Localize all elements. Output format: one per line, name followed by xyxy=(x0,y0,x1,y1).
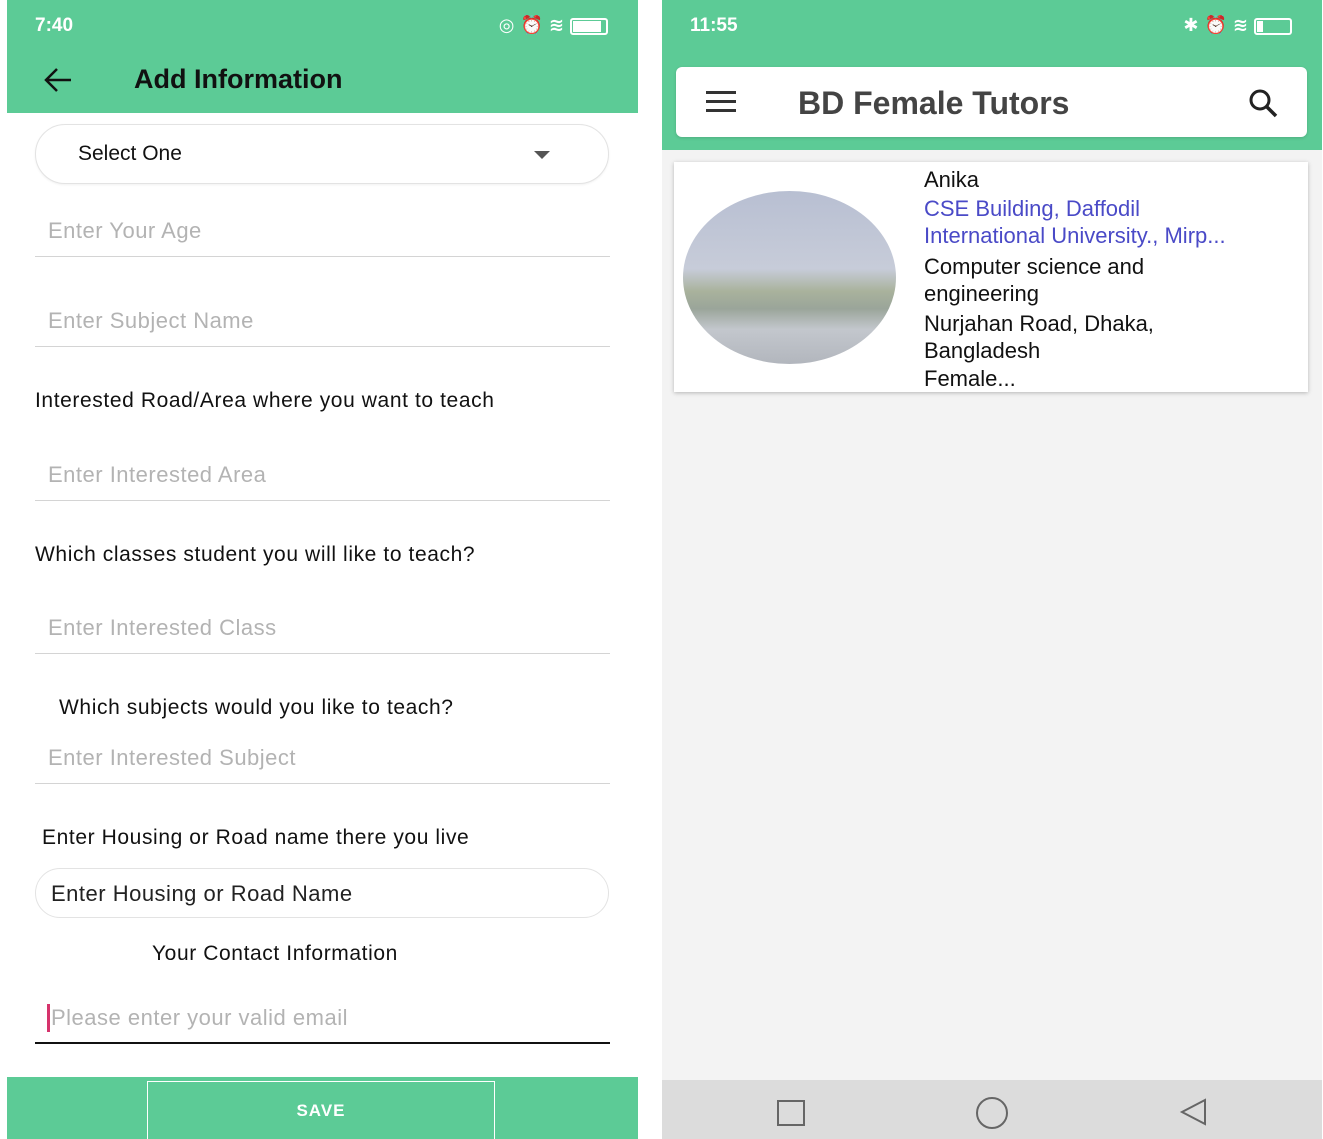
app-header: 11:55 ✱⏰≋ BD Female Tutors xyxy=(662,0,1322,150)
contact-label: Your Contact Information xyxy=(152,942,398,965)
menu-icon[interactable] xyxy=(706,91,736,113)
battery-icon xyxy=(570,17,608,35)
tutor-location: Nurjahan Road, Dhaka, Bangladesh xyxy=(924,310,1299,364)
battery-icon xyxy=(1254,17,1292,35)
add-information-screen: 7:40 ◎⏰≋ Add Information Select One Inte… xyxy=(7,0,638,1139)
status-time: 11:55 xyxy=(690,15,738,36)
chevron-down-icon xyxy=(534,151,550,159)
area-label: Interested Road/Area where you want to t… xyxy=(35,389,495,412)
address-line: CSE Building, Daffodil xyxy=(924,196,1141,221)
address-line: International University., Mirp... xyxy=(924,223,1226,248)
class-input[interactable] xyxy=(35,615,623,641)
status-bar: 11:55 ✱⏰≋ xyxy=(662,0,1322,50)
app-title: BD Female Tutors xyxy=(798,85,1070,121)
status-time: 7:40 xyxy=(35,15,74,36)
status-bar: 7:40 ◎⏰≋ xyxy=(7,0,638,50)
home-icon[interactable] xyxy=(976,1097,1008,1129)
age-field[interactable] xyxy=(35,218,623,257)
search-toolbar: BD Female Tutors xyxy=(676,67,1307,137)
area-input[interactable] xyxy=(35,462,623,488)
avatar xyxy=(683,191,896,364)
tutor-card[interactable]: Anika CSE Building, Daffodil Internation… xyxy=(674,162,1308,392)
back-arrow-icon[interactable] xyxy=(41,58,75,102)
subjects-label: Which subjects would you like to teach? xyxy=(59,696,454,719)
tutor-list-screen: 11:55 ✱⏰≋ BD Female Tutors Anika CSE Bui… xyxy=(662,0,1322,1139)
tutor-department: Computer science and engineering xyxy=(924,253,1299,307)
subject-input[interactable] xyxy=(35,308,623,334)
tutor-address[interactable]: CSE Building, Daffodil International Uni… xyxy=(924,195,1299,249)
subject-field[interactable] xyxy=(35,308,623,347)
tutor-name: Anika xyxy=(924,167,980,192)
subjects-field[interactable] xyxy=(35,745,623,784)
subjects-input[interactable] xyxy=(35,745,623,771)
search-icon[interactable] xyxy=(1247,87,1279,119)
housing-field[interactable] xyxy=(35,868,609,918)
status-icons: ◎⏰≋ xyxy=(499,15,608,36)
system-nav-bar xyxy=(662,1080,1322,1139)
category-select[interactable]: Select One xyxy=(35,124,609,184)
save-button[interactable]: SAVE xyxy=(147,1081,495,1139)
alarm-icon: ⏰ xyxy=(1204,15,1233,35)
wifi-icon: ≋ xyxy=(1232,15,1254,35)
location-icon: ◎ xyxy=(498,15,521,35)
alarm-icon: ⏰ xyxy=(520,15,549,35)
age-input[interactable] xyxy=(35,218,623,244)
page-title: Add Information xyxy=(134,64,343,94)
housing-input[interactable] xyxy=(49,880,593,908)
class-field[interactable] xyxy=(35,615,623,654)
app-bar: 7:40 ◎⏰≋ Add Information xyxy=(7,0,638,113)
recent-apps-icon[interactable] xyxy=(777,1100,805,1126)
tutor-gender: Female... xyxy=(924,366,1016,391)
select-value: Select One xyxy=(78,142,182,165)
bluetooth-icon: ✱ xyxy=(1183,15,1205,35)
wifi-icon: ≋ xyxy=(548,15,570,35)
housing-label: Enter Housing or Road name there you liv… xyxy=(42,826,470,849)
back-triangle-icon[interactable] xyxy=(1177,1097,1209,1127)
status-icons: ✱⏰≋ xyxy=(1183,15,1292,36)
area-field[interactable] xyxy=(35,462,623,501)
email-field[interactable] xyxy=(35,996,610,1044)
email-input[interactable] xyxy=(49,1004,593,1032)
department-line: Computer science and xyxy=(924,254,1145,279)
location-line: Nurjahan Road, Dhaka, xyxy=(924,311,1154,336)
department-line: engineering xyxy=(924,281,1039,306)
class-label: Which classes student you will like to t… xyxy=(35,543,476,566)
location-line: Bangladesh xyxy=(924,338,1041,363)
